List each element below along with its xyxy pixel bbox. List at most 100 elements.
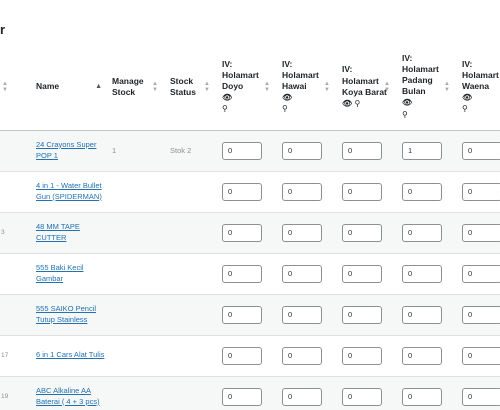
table-header-row: ▲ ▼ Name ▲ Manage Stock ▲ ▼ Stock Status ▲…: [0, 44, 500, 131]
location-quantity-input[interactable]: [402, 305, 442, 324]
stock-status-value: [160, 212, 212, 254]
manage-stock-value: [108, 253, 160, 295]
location-quantity-input[interactable]: [222, 346, 262, 365]
location-quantity-input[interactable]: [402, 223, 442, 242]
table-row: 17 6 in 1 Cars Alat Tulis: [0, 335, 500, 377]
location-quantity-input[interactable]: [282, 346, 322, 365]
row-id: [0, 253, 28, 295]
location-quantity-input[interactable]: [402, 141, 442, 160]
link-icon[interactable]: ⚲: [462, 104, 468, 113]
eye-icon[interactable]: 👁: [342, 99, 352, 108]
location-quantity-input[interactable]: [282, 387, 322, 406]
location-quantity-input[interactable]: [462, 141, 500, 160]
column-header-id[interactable]: ▲ ▼: [0, 44, 28, 131]
row-id: [0, 294, 28, 336]
location-quantity-input[interactable]: [222, 305, 262, 324]
column-header-location-doyo[interactable]: IV: Holamart Doyo 👁 ⚲ ▲ ▼: [212, 44, 272, 131]
product-name-link[interactable]: 555 Baki Kecil Gambar: [36, 263, 112, 285]
table-row: 24 Crayons Super POP 1 1 Stok 2: [0, 130, 500, 172]
eye-icon[interactable]: 👁: [402, 98, 412, 107]
stock-status-value: [160, 253, 212, 295]
location-quantity-input[interactable]: [282, 264, 322, 283]
eye-icon[interactable]: 👁: [462, 93, 472, 102]
location-quantity-input[interactable]: [222, 223, 262, 242]
sort-icon: ▲ ▼: [444, 80, 450, 93]
column-header-name[interactable]: Name ▲: [28, 44, 108, 131]
row-id: 17: [0, 335, 28, 377]
column-header-location-hawai[interactable]: IV: Holamart Hawai 👁 ⚲ ▲ ▼: [272, 44, 332, 131]
location-quantity-input[interactable]: [402, 264, 442, 283]
manage-stock-value: 1: [108, 130, 160, 172]
product-name-link[interactable]: 24 Crayons Super POP 1: [36, 140, 112, 162]
table-row: 555 SAIKO Pencil Tutup Stainless: [0, 294, 500, 336]
eye-icon[interactable]: 👁: [222, 93, 232, 102]
product-name-link[interactable]: 4 in 1 - Water Bullet Gun (SPIDERMAN): [36, 181, 112, 203]
sort-icon: ▲ ▼: [204, 80, 210, 93]
stock-status-value: Stok 2: [160, 130, 212, 172]
location-quantity-input[interactable]: [462, 223, 500, 242]
inventory-table: ▲ ▼ Name ▲ Manage Stock ▲ ▼ Stock Status ▲…: [0, 44, 500, 410]
location-quantity-input[interactable]: [342, 223, 382, 242]
stock-status-value: [160, 376, 212, 410]
location-quantity-input[interactable]: [282, 182, 322, 201]
link-icon[interactable]: ⚲: [222, 104, 228, 113]
link-icon[interactable]: ⚲: [282, 104, 288, 113]
location-quantity-input[interactable]: [222, 182, 262, 201]
manage-stock-value: [108, 335, 160, 377]
table-row: 19 ABC Alkaline AA Baterai ( 4 + 3 pcs): [0, 376, 500, 410]
location-quantity-input[interactable]: [342, 264, 382, 283]
location-quantity-input[interactable]: [402, 346, 442, 365]
sort-icon: ▲ ▼: [324, 80, 330, 93]
stock-status-value: [160, 294, 212, 336]
manage-stock-value: [108, 376, 160, 410]
column-header-location-waena[interactable]: IV: Holamart Waena 👁 ⚲ ▲▼: [452, 44, 500, 131]
row-id: 3: [0, 212, 28, 254]
column-header-location-koya-barat[interactable]: IV: Holamart Koya Barat 👁 ⚲ ▲ ▼: [332, 44, 392, 131]
column-header-location-padang-bulan[interactable]: IV: Holamart Padang Bulan 👁 ⚲ ▲ ▼: [392, 44, 452, 131]
stock-status-value: [160, 335, 212, 377]
location-quantity-input[interactable]: [462, 264, 500, 283]
sort-icon: ▲ ▼: [264, 80, 270, 93]
location-quantity-input[interactable]: [462, 346, 500, 365]
manage-stock-value: [108, 294, 160, 336]
location-quantity-input[interactable]: [462, 387, 500, 406]
location-quantity-input[interactable]: [282, 141, 322, 160]
manage-stock-value: [108, 171, 160, 213]
row-id: [0, 130, 28, 172]
location-quantity-input[interactable]: [402, 182, 442, 201]
product-name-link[interactable]: 6 in 1 Cars Alat Tulis: [36, 350, 112, 361]
sort-icon: ▲ ▼: [384, 80, 390, 93]
location-quantity-input[interactable]: [342, 305, 382, 324]
sort-ascending-icon: ▲: [95, 82, 102, 90]
location-quantity-input[interactable]: [462, 305, 500, 324]
product-name-link[interactable]: 555 SAIKO Pencil Tutup Stainless: [36, 304, 112, 326]
stock-status-value: [160, 171, 212, 213]
column-header-manage-stock[interactable]: Manage Stock ▲ ▼: [108, 44, 160, 131]
location-quantity-input[interactable]: [342, 387, 382, 406]
row-id: [0, 171, 28, 213]
location-quantity-input[interactable]: [282, 305, 322, 324]
table-row: 3 48 MM TAPE CUTTER: [0, 212, 500, 254]
column-header-stock-status[interactable]: Stock Status ▲ ▼: [160, 44, 212, 131]
location-quantity-input[interactable]: [222, 387, 262, 406]
product-name-link[interactable]: ABC Alkaline AA Baterai ( 4 + 3 pcs): [36, 386, 112, 408]
link-icon[interactable]: ⚲: [402, 110, 408, 119]
sort-icon: ▲ ▼: [152, 80, 158, 93]
product-name-link[interactable]: 48 MM TAPE CUTTER: [36, 222, 112, 244]
sort-icon: ▲ ▼: [2, 80, 8, 93]
location-quantity-input[interactable]: [462, 182, 500, 201]
location-quantity-input[interactable]: [342, 182, 382, 201]
table-row: 4 in 1 - Water Bullet Gun (SPIDERMAN): [0, 171, 500, 213]
eye-icon[interactable]: 👁: [282, 93, 292, 102]
page-title: r: [0, 22, 6, 37]
manage-stock-value: [108, 212, 160, 254]
location-quantity-input[interactable]: [402, 387, 442, 406]
link-icon[interactable]: ⚲: [355, 99, 361, 108]
location-quantity-input[interactable]: [282, 223, 322, 242]
table-row: 555 Baki Kecil Gambar: [0, 253, 500, 295]
location-quantity-input[interactable]: [342, 346, 382, 365]
location-quantity-input[interactable]: [342, 141, 382, 160]
location-quantity-input[interactable]: [222, 141, 262, 160]
location-quantity-input[interactable]: [222, 264, 262, 283]
row-id: 19: [0, 376, 28, 410]
